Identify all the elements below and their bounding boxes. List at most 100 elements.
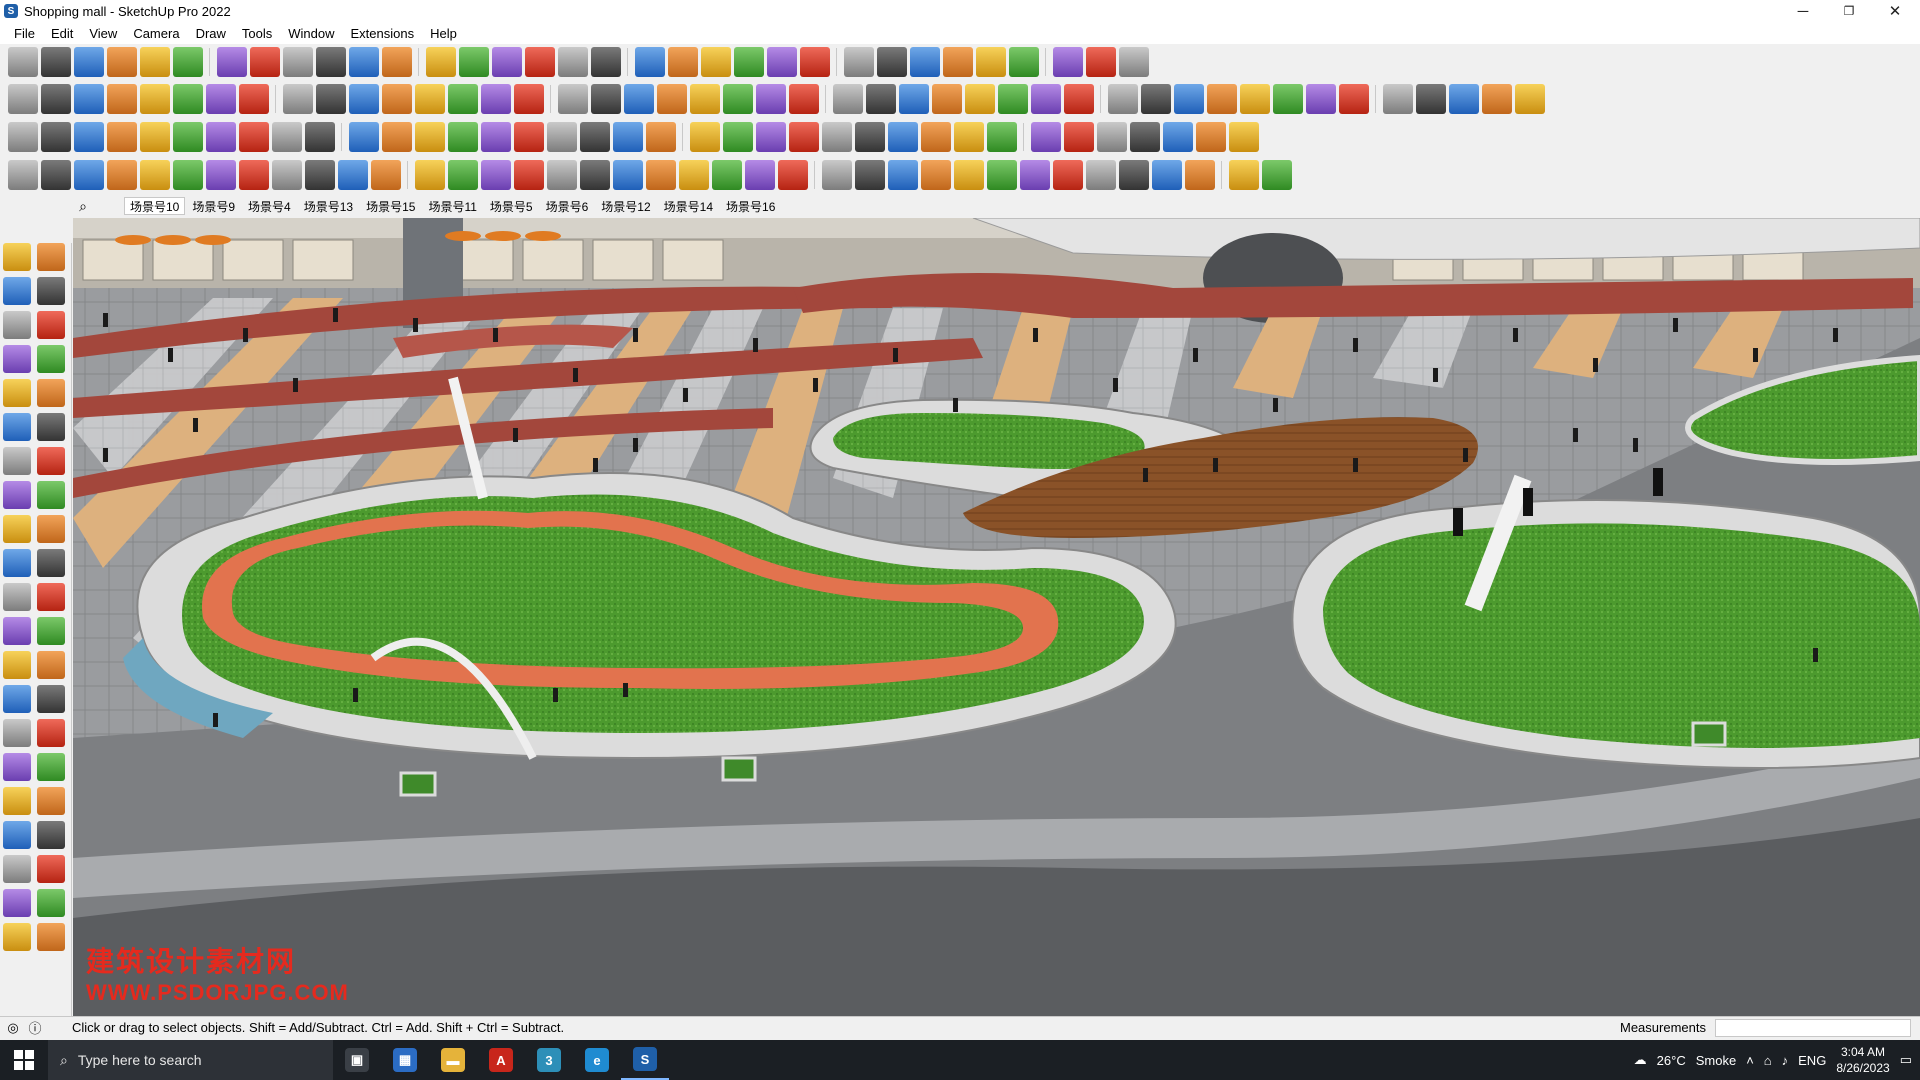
cross-loop-icon[interactable] (690, 122, 720, 152)
zoom-window-icon[interactable] (37, 753, 65, 781)
dot-arc-icon[interactable] (1196, 122, 1226, 152)
slope-icon[interactable] (1185, 160, 1215, 190)
ellipse-icon[interactable] (998, 84, 1028, 114)
x-small-icon[interactable] (1163, 122, 1193, 152)
roof-icon[interactable] (646, 160, 676, 190)
freehand-icon[interactable] (37, 345, 65, 373)
component-icon[interactable] (800, 47, 830, 77)
weather-desc[interactable]: Smoke (1696, 1053, 1736, 1068)
cone-icon[interactable] (580, 122, 610, 152)
menu-view[interactable]: View (81, 26, 125, 41)
orbit-icon[interactable] (37, 243, 65, 271)
grid-icon[interactable] (1031, 122, 1061, 152)
arrows-down-icon[interactable] (943, 47, 973, 77)
grille-icon[interactable] (1053, 160, 1083, 190)
rotate-icon[interactable] (316, 47, 346, 77)
layers-icon[interactable] (668, 47, 698, 77)
column-icon[interactable] (547, 160, 577, 190)
measurements-input[interactable] (1715, 1019, 1911, 1037)
terrain-fold-icon[interactable] (558, 84, 588, 114)
acrobat-taskbar-button[interactable]: A (477, 1040, 525, 1080)
plane-white-icon[interactable] (140, 122, 170, 152)
position-camera-icon[interactable] (3, 821, 31, 849)
x-blue-icon[interactable] (514, 122, 544, 152)
menu-tools[interactable]: Tools (234, 26, 280, 41)
push-red-icon[interactable] (107, 84, 137, 114)
orbit-icon[interactable] (492, 47, 522, 77)
line-red-2-icon[interactable] (371, 160, 401, 190)
rack-icon[interactable] (1229, 160, 1259, 190)
push-up-icon[interactable] (316, 84, 346, 114)
axes-icon[interactable] (976, 47, 1006, 77)
network-icon[interactable]: ⌂ (1764, 1053, 1772, 1068)
ruby-icon[interactable] (107, 122, 137, 152)
volume-icon[interactable]: ♪ (1782, 1053, 1789, 1068)
select-icon[interactable] (3, 243, 31, 271)
section-3-icon[interactable] (37, 889, 65, 917)
walk-icon[interactable] (3, 855, 31, 883)
scene-search-icon[interactable]: ⌕ (72, 196, 94, 216)
follow-me-icon[interactable] (250, 47, 280, 77)
rotate-icon[interactable] (3, 549, 31, 577)
text-icon[interactable] (37, 651, 65, 679)
match-photo-icon[interactable] (1009, 47, 1039, 77)
gear-path-icon[interactable] (1141, 84, 1171, 114)
circle-2-icon[interactable] (1108, 84, 1138, 114)
menu-camera[interactable]: Camera (125, 26, 187, 41)
columns-icon[interactable] (580, 160, 610, 190)
plane-violet-icon[interactable] (481, 84, 511, 114)
notification-icon[interactable]: ▭ (1900, 1052, 1912, 1068)
flip-icon[interactable] (877, 47, 907, 77)
menu-edit[interactable]: Edit (43, 26, 81, 41)
maximize-button[interactable]: ❐ (1826, 0, 1872, 22)
box-grey-icon[interactable] (1383, 84, 1413, 114)
minimize-button[interactable]: ─ (1780, 0, 1826, 22)
follow-me-icon[interactable] (37, 549, 65, 577)
cross-section-icon[interactable] (206, 160, 236, 190)
axes-icon[interactable] (3, 685, 31, 713)
curve-red-icon[interactable] (382, 122, 412, 152)
eraser-icon[interactable] (74, 47, 104, 77)
arc-orange-icon[interactable] (173, 122, 203, 152)
push-green-icon[interactable] (239, 84, 269, 114)
curve-icon[interactable] (382, 84, 412, 114)
menu-file[interactable]: File (6, 26, 43, 41)
plane-blue-icon[interactable] (415, 84, 445, 114)
weather-icon[interactable]: ☁ (1634, 1052, 1647, 1068)
link-icon[interactable] (822, 122, 852, 152)
offset-icon[interactable] (37, 583, 65, 611)
move-icon[interactable] (3, 515, 31, 543)
house-3-icon[interactable] (657, 84, 687, 114)
circle-icon[interactable] (932, 84, 962, 114)
push-magenta-icon[interactable] (349, 84, 379, 114)
push-pull-icon[interactable] (37, 515, 65, 543)
house-6-icon[interactable] (756, 84, 786, 114)
section-icon[interactable] (635, 47, 665, 77)
rect-icon[interactable] (3, 379, 31, 407)
ladder-icon[interactable] (855, 122, 885, 152)
zoom-window-icon[interactable] (558, 47, 588, 77)
section-2-icon[interactable] (3, 889, 31, 917)
clock[interactable]: 3:04 AM 8/26/2023 (1836, 1044, 1889, 1076)
scene-tab[interactable]: 场景号11 (422, 197, 483, 215)
menu-window[interactable]: Window (280, 26, 342, 41)
zoom-extents-icon[interactable] (3, 787, 31, 815)
dome-icon[interactable] (1119, 160, 1149, 190)
orbit-2-icon[interactable] (3, 719, 31, 747)
push-pull-icon[interactable] (217, 47, 247, 77)
house-2-icon[interactable] (624, 84, 654, 114)
zoom-icon[interactable] (3, 753, 31, 781)
cylinder-icon[interactable] (173, 160, 203, 190)
box-red-icon[interactable] (1339, 84, 1369, 114)
shingle-icon[interactable] (679, 160, 709, 190)
scene-tab[interactable]: 场景号4 (242, 197, 297, 215)
stack-icon[interactable] (239, 122, 269, 152)
slab-icon[interactable] (778, 160, 808, 190)
spline-red-icon[interactable] (41, 160, 71, 190)
flag-icon[interactable] (1515, 84, 1545, 114)
cubes-icon[interactable] (888, 122, 918, 152)
scene-tab[interactable]: 场景号16 (720, 197, 782, 215)
tag-icon[interactable] (833, 84, 863, 114)
scale-icon[interactable] (349, 47, 379, 77)
warning-icon[interactable] (613, 122, 643, 152)
